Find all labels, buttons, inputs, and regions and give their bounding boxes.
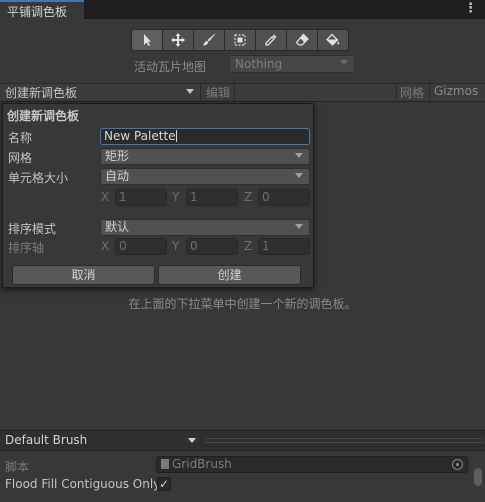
sort-axis-z-label: Z xyxy=(244,239,253,253)
script-value: GridBrush xyxy=(172,457,232,471)
palette-dropdown-label: 创建新调色板 xyxy=(5,86,78,100)
chevron-down-icon xyxy=(188,438,196,443)
pick-tool-button[interactable] xyxy=(255,29,287,51)
palette-dropdown[interactable]: 创建新调色板 xyxy=(0,83,201,102)
cell-size-z-field[interactable]: 0 xyxy=(258,189,310,206)
active-tilemap-value: Nothing xyxy=(235,57,283,71)
scrollbar-thumb[interactable] xyxy=(474,468,482,486)
chevron-down-icon xyxy=(295,224,303,229)
name-label: 名称 xyxy=(8,131,33,145)
object-picker-icon[interactable] xyxy=(452,459,463,470)
brush-dropdown-label: Default Brush xyxy=(5,433,88,447)
chevron-down-icon xyxy=(295,153,303,158)
popup-title: 创建新调色板 xyxy=(7,109,80,123)
chevron-down-icon xyxy=(295,173,303,178)
chevron-down-icon xyxy=(186,89,194,94)
create-button[interactable]: 创建 xyxy=(158,265,301,285)
create-palette-popup: 创建新调色板 名称 New Palette 网格 矩形 单元格大小 自动 X 1… xyxy=(2,103,314,288)
sort-axis-x-field[interactable]: 0 xyxy=(115,238,167,255)
paint-brush-icon xyxy=(203,34,215,46)
splitter-line xyxy=(205,442,483,443)
cell-size-value: 自动 xyxy=(105,169,130,183)
brush-dropdown[interactable]: Default Brush xyxy=(0,431,202,450)
script-object-field[interactable]: GridBrush xyxy=(156,456,468,473)
cell-size-y-label: Y xyxy=(172,190,180,204)
script-label: 脚本 xyxy=(5,460,30,474)
move-icon xyxy=(171,33,185,47)
grid-label: 网格 xyxy=(8,151,33,165)
sort-mode-value: 默认 xyxy=(105,220,130,234)
cell-size-y-field[interactable]: 1 xyxy=(186,189,238,206)
sort-mode-dropdown[interactable]: 默认 xyxy=(100,219,310,236)
grid-type-value: 矩形 xyxy=(105,149,130,163)
box-fill-tool-button[interactable] xyxy=(224,29,256,51)
box-fill-icon xyxy=(234,34,246,46)
splitter-line xyxy=(205,438,483,439)
empty-palette-hint: 在上面的下拉菜单中创建一个新的调色板。 xyxy=(128,297,357,311)
select-tool-button[interactable] xyxy=(131,29,163,51)
sort-axis-y-field[interactable]: 0 xyxy=(186,238,238,255)
cell-size-z-label: Z xyxy=(244,190,253,204)
sort-axis-label: 排序轴 xyxy=(8,241,45,255)
grid-toggle-button[interactable]: 网格 xyxy=(396,83,430,102)
chevron-down-icon xyxy=(340,60,348,65)
paint-tool-button[interactable] xyxy=(193,29,225,51)
active-tilemap-dropdown[interactable]: Nothing xyxy=(229,55,355,73)
grid-type-dropdown[interactable]: 矩形 xyxy=(100,148,310,165)
tool-bar xyxy=(131,29,356,51)
edit-palette-button[interactable]: 编辑 xyxy=(202,83,235,102)
bucket-fill-icon xyxy=(326,33,340,46)
gizmos-toggle-button[interactable]: Gizmos xyxy=(431,83,485,102)
fill-tool-button[interactable] xyxy=(317,29,349,51)
sort-mode-label: 排序模式 xyxy=(8,222,57,236)
arrow-select-icon xyxy=(144,34,151,46)
palette-name-input[interactable]: New Palette xyxy=(100,128,310,145)
cell-size-x-label: X xyxy=(101,190,110,204)
sort-axis-y-label: Y xyxy=(172,239,180,253)
window-tab[interactable]: 平铺调色板 xyxy=(0,0,84,19)
erase-tool-button[interactable] xyxy=(286,29,318,51)
cell-size-x-field[interactable]: 1 xyxy=(115,189,167,206)
script-file-icon xyxy=(161,459,169,469)
flood-fill-checkbox[interactable]: ✓ xyxy=(157,477,171,491)
eraser-icon xyxy=(295,33,309,46)
text-cursor xyxy=(175,130,177,142)
cell-size-dropdown[interactable]: 自动 xyxy=(100,168,310,185)
move-tool-button[interactable] xyxy=(162,29,194,51)
sort-axis-x-label: X xyxy=(101,239,110,253)
sort-axis-z-field[interactable]: 1 xyxy=(258,238,310,255)
eyedropper-icon xyxy=(265,34,277,46)
flood-fill-label: Flood Fill Contiguous Only xyxy=(5,477,161,491)
cell-size-label: 单元格大小 xyxy=(8,171,69,185)
active-tilemap-label: 活动瓦片地图 xyxy=(134,60,207,74)
more-options-icon[interactable]: ⋮ xyxy=(464,2,477,16)
palette-name-value: New Palette xyxy=(104,129,176,143)
cancel-button[interactable]: 取消 xyxy=(12,265,155,285)
